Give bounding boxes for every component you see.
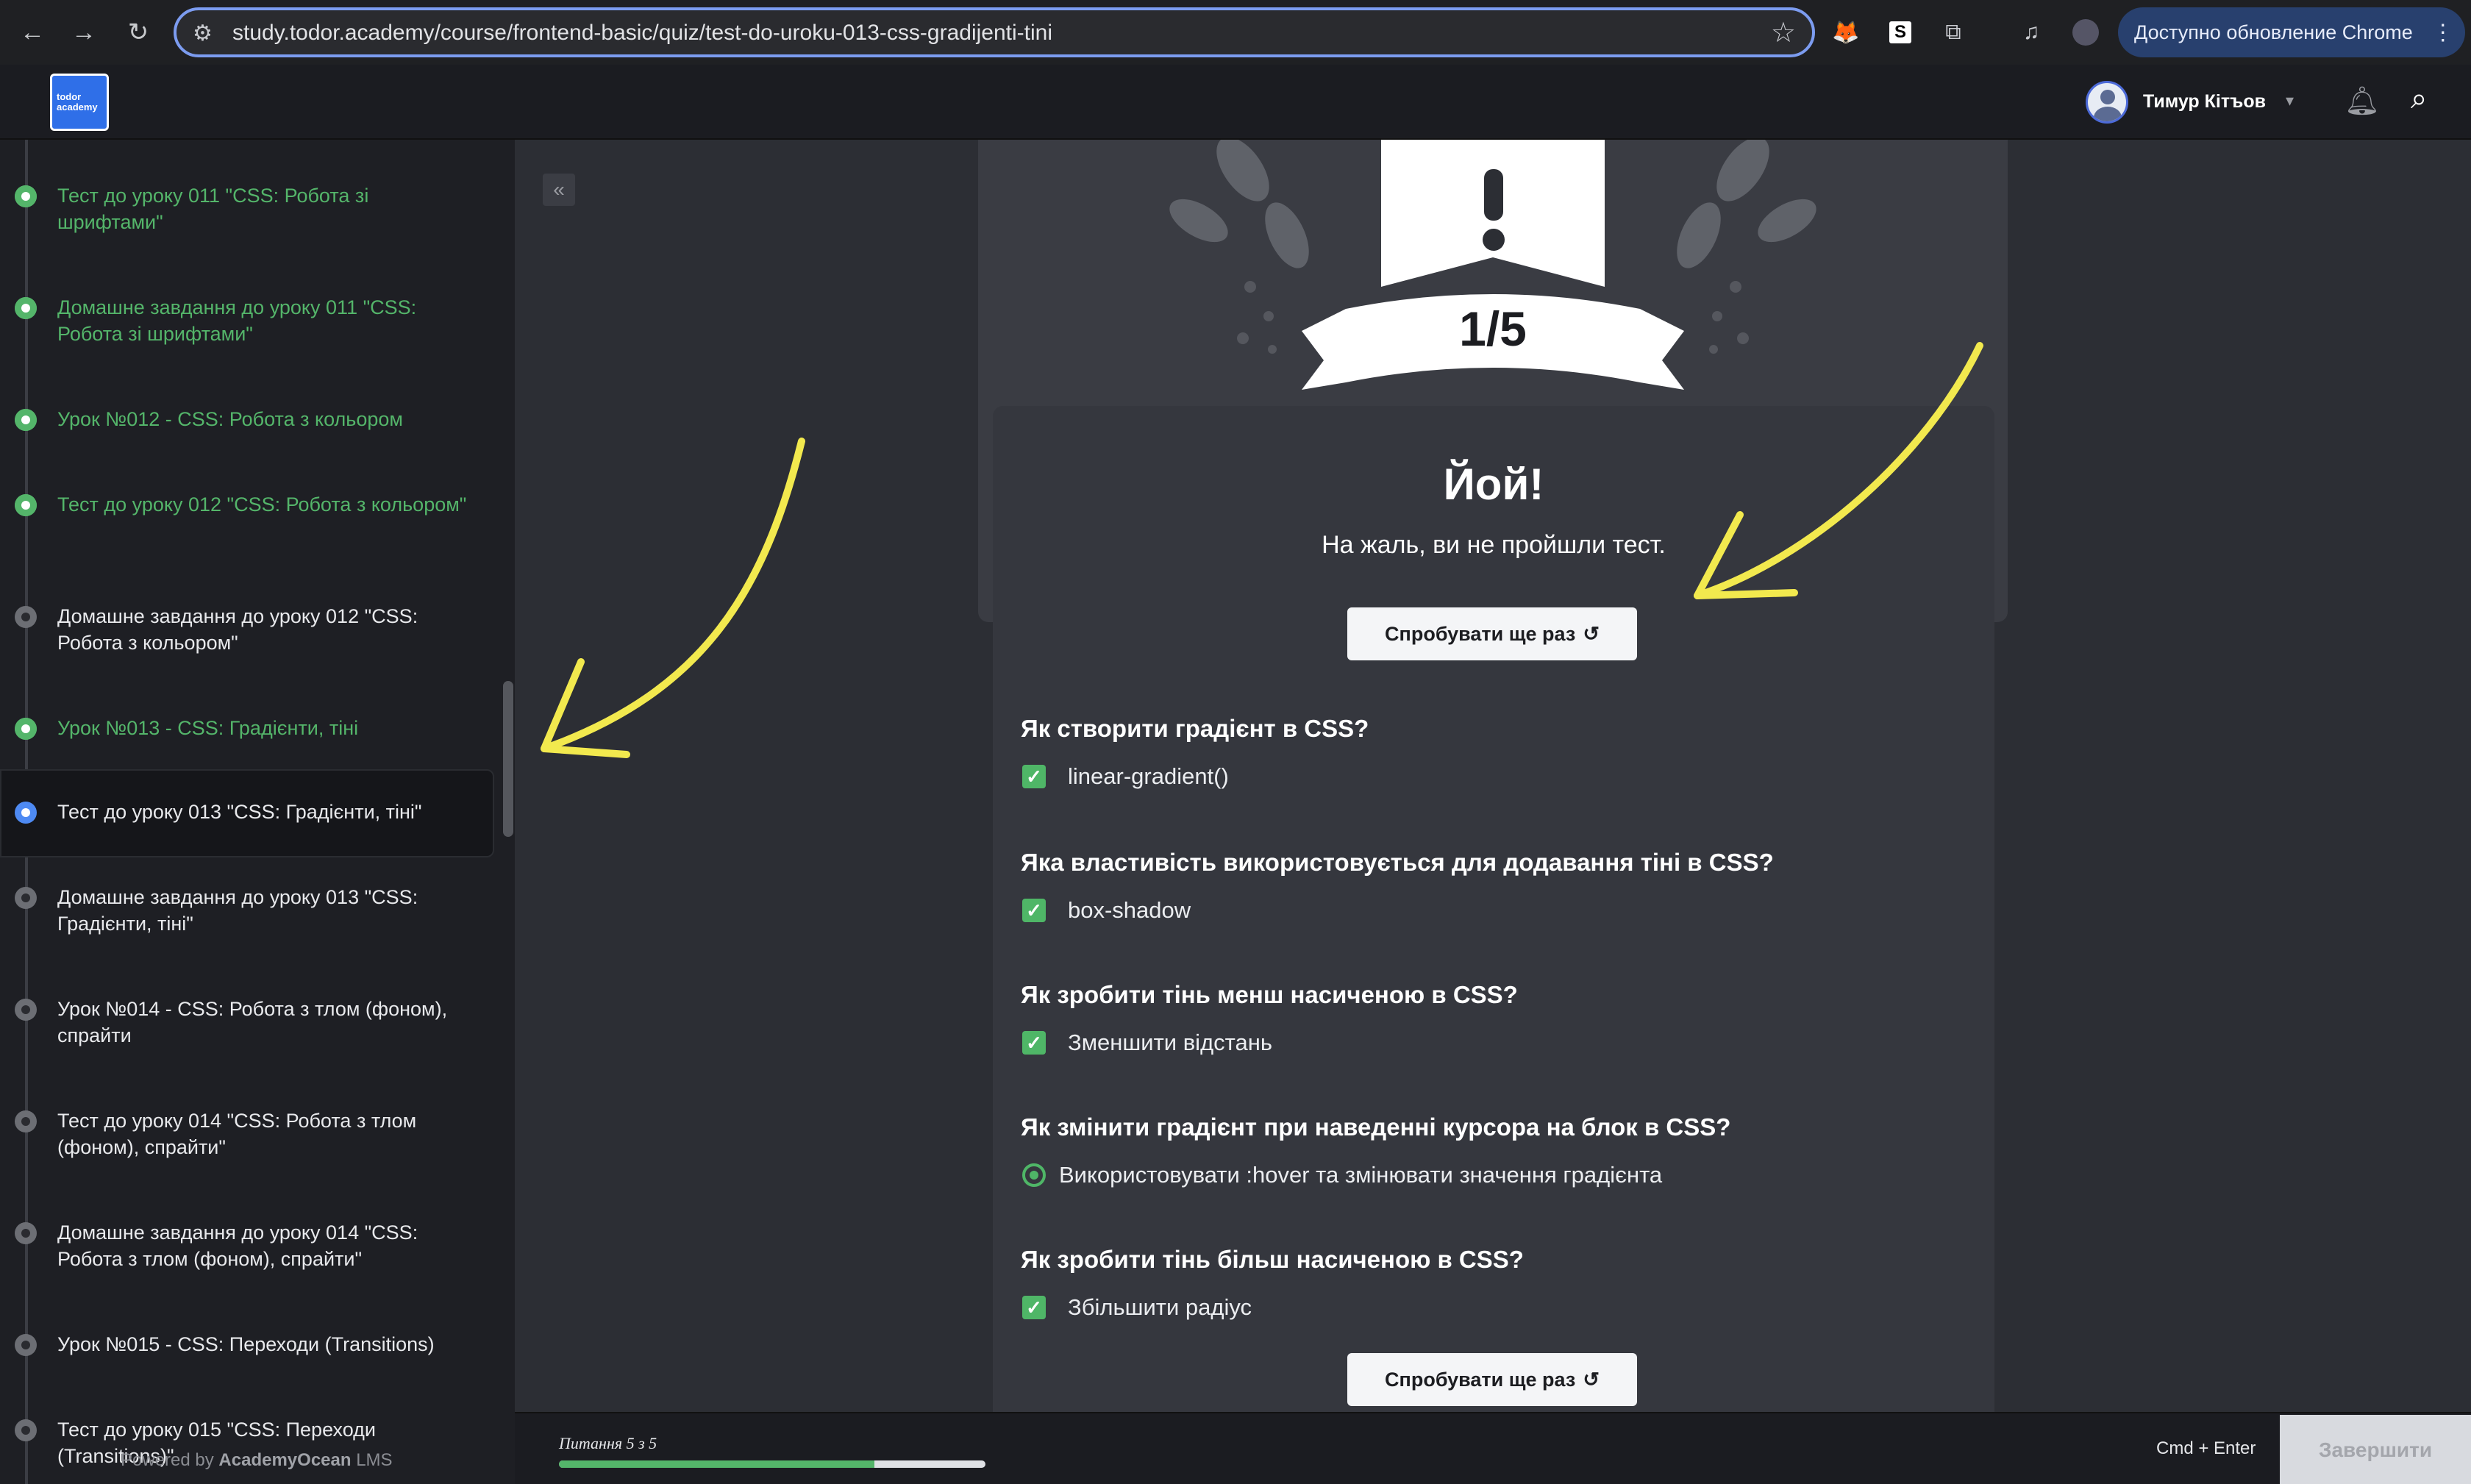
user-name[interactable]: Тимур Кітъов (2143, 91, 2266, 113)
retry-icon: ↺ (1583, 1368, 1600, 1391)
completed-status-icon (15, 297, 37, 319)
retry-label: Спробувати ще раз (1385, 622, 1576, 645)
result-title: Йой! (1443, 460, 1544, 509)
pending-status-icon (15, 887, 37, 909)
powered-brand[interactable]: AcademyOcean (218, 1450, 351, 1470)
answer-text: Збільшити радіус (1068, 1294, 1252, 1320)
extensions-puzzle-icon[interactable]: ⧉ (1937, 16, 1969, 49)
completed-status-icon (15, 718, 37, 740)
search-icon[interactable]: ⌕ (2411, 82, 2427, 115)
progress-bar (559, 1460, 985, 1468)
bell-icon[interactable]: 🔔︎ (2345, 85, 2380, 118)
forward-icon[interactable]: → (66, 15, 101, 50)
finish-button[interactable]: Завершити (2280, 1415, 2471, 1484)
app-header: todor academy Тимур Кітъов ▾ 🔔︎ ⌕ (0, 65, 2471, 140)
pending-status-icon (15, 1222, 37, 1244)
radio-selected-icon[interactable] (1022, 1163, 1046, 1187)
pending-status-icon (15, 606, 37, 628)
profile-icon[interactable] (2069, 16, 2102, 49)
site-settings-icon[interactable]: ⚙ (193, 21, 213, 46)
result-card: Йой! На жаль, ви не пройшли тест. Спробу… (993, 406, 1994, 1413)
powered-prefix: Powered by (121, 1450, 214, 1470)
pending-status-icon (15, 1110, 37, 1132)
url-text: study.todor.academy/course/frontend-basi… (232, 21, 1052, 45)
shortcut-hint: Cmd + Enter (2156, 1438, 2256, 1458)
question-text: Яка властивість використовується для дод… (1021, 849, 1774, 876)
answer-text: Зменшити відстань (1068, 1030, 1273, 1055)
sidebar-item-label: Тест до уроку 011 "CSS: Робота зі шрифта… (57, 185, 369, 233)
browser-toolbar: ← → ↻ ⚙ study.todor.academy/course/front… (0, 0, 2471, 65)
checkbox-checked-icon[interactable]: ✓ (1022, 1031, 1046, 1055)
course-sidebar: Тест до уроку 011 "CSS: Робота зі шрифта… (0, 140, 515, 1484)
completed-status-icon (15, 185, 37, 207)
back-icon[interactable]: ← (15, 15, 50, 50)
more-vert-icon: ⋮ (2431, 20, 2454, 45)
sidebar-item-label: Урок №013 - CSS: Градієнти, тіні (57, 717, 359, 739)
question-text: Як змінити градієнт при наведенні курсор… (1021, 1113, 1731, 1141)
pending-status-icon (15, 999, 37, 1021)
answer-text: linear-gradient() (1068, 763, 1229, 789)
logo[interactable]: todor academy (50, 74, 109, 131)
checkbox-checked-icon[interactable]: ✓ (1022, 765, 1046, 788)
left-arrow-head (541, 658, 630, 758)
sidebar-item-label: Домашне завдання до уроку 011 "CSS: Робо… (57, 296, 417, 345)
retry-label: Спробувати ще раз (1385, 1368, 1576, 1391)
powered-suffix: LMS (356, 1450, 393, 1470)
bookmark-star-icon[interactable]: ☆ (1771, 16, 1796, 49)
sidebar-item-label: Урок №012 - CSS: Робота з кольором (57, 408, 403, 430)
question-text: Як зробити тінь менш насиченою в CSS? (1021, 981, 1518, 1008)
fox-extension-icon[interactable]: 🦊 (1830, 16, 1862, 49)
chevron-down-icon[interactable]: ▾ (2286, 91, 2294, 110)
sidebar-item-label: Тест до уроку 013 "CSS: Градієнти, тіні" (57, 801, 422, 823)
completed-status-icon (15, 494, 37, 516)
s-extension-icon[interactable]: S (1884, 16, 1916, 49)
media-playlist-icon[interactable]: ♫ (2015, 16, 2047, 49)
quiz-footer: Питання 5 з 5 Cmd + Enter Завершити (515, 1412, 2471, 1484)
retry-button-bottom[interactable]: Спробувати ще раз ↺ (1347, 1353, 1637, 1406)
sidebar-item-label: Тест до уроку 012 "CSS: Робота з кольоро… (57, 493, 467, 516)
result-subtitle: На жаль, ви не пройшли тест. (1322, 531, 1666, 559)
sidebar-item-label: Домашне завдання до уроку 014 "CSS: Робо… (57, 1221, 418, 1270)
answer-text: Використовувати :hover та змінювати знач… (1059, 1162, 1663, 1188)
sidebar-item-label: Домашне завдання до уроку 012 "CSS: Робо… (57, 605, 418, 654)
sidebar-item-label: Домашне завдання до уроку 013 "CSS: Град… (57, 886, 418, 935)
sidebar-item-label: Тест до уроку 014 "CSS: Робота з тлом (ф… (57, 1110, 417, 1158)
pending-status-icon (15, 1334, 37, 1356)
chrome-update-button[interactable]: Доступно обновление Chrome ⋮ (2118, 7, 2465, 57)
reload-icon[interactable]: ↻ (121, 15, 156, 50)
retry-icon: ↺ (1583, 622, 1600, 645)
pending-status-icon (15, 1419, 37, 1441)
progress-fill (559, 1460, 875, 1468)
progress-label: Питання 5 з 5 (559, 1434, 657, 1452)
answer-text: box-shadow (1068, 897, 1191, 923)
chrome-update-label: Доступно обновление Chrome (2134, 21, 2413, 43)
avatar[interactable] (2086, 81, 2128, 124)
current-status-icon (15, 802, 37, 824)
collapse-sidebar-button[interactable]: « (543, 174, 575, 206)
sidebar-item-label: Урок №014 - CSS: Робота з тлом (фоном), … (57, 998, 448, 1046)
sidebar-scrollbar[interactable] (503, 681, 513, 837)
sidebar-item-label: Урок №015 - CSS: Переходи (Transitions) (57, 1333, 435, 1355)
question-text: Як створити градієнт в CSS? (1021, 715, 1369, 742)
checkbox-checked-icon[interactable]: ✓ (1022, 899, 1046, 922)
completed-status-icon (15, 409, 37, 431)
question-text: Як зробити тінь більш насиченою в CSS? (1021, 1246, 1524, 1273)
retry-button-top[interactable]: Спробувати ще раз ↺ (1347, 607, 1637, 660)
score-text: 1/5 (1459, 302, 1527, 356)
powered-by: Powered by AcademyOcean LMS (121, 1450, 393, 1471)
checkbox-checked-icon[interactable]: ✓ (1022, 1296, 1046, 1319)
address-bar[interactable]: ⚙ study.todor.academy/course/frontend-ba… (174, 7, 1815, 57)
left-annotation-arrow (541, 438, 805, 752)
